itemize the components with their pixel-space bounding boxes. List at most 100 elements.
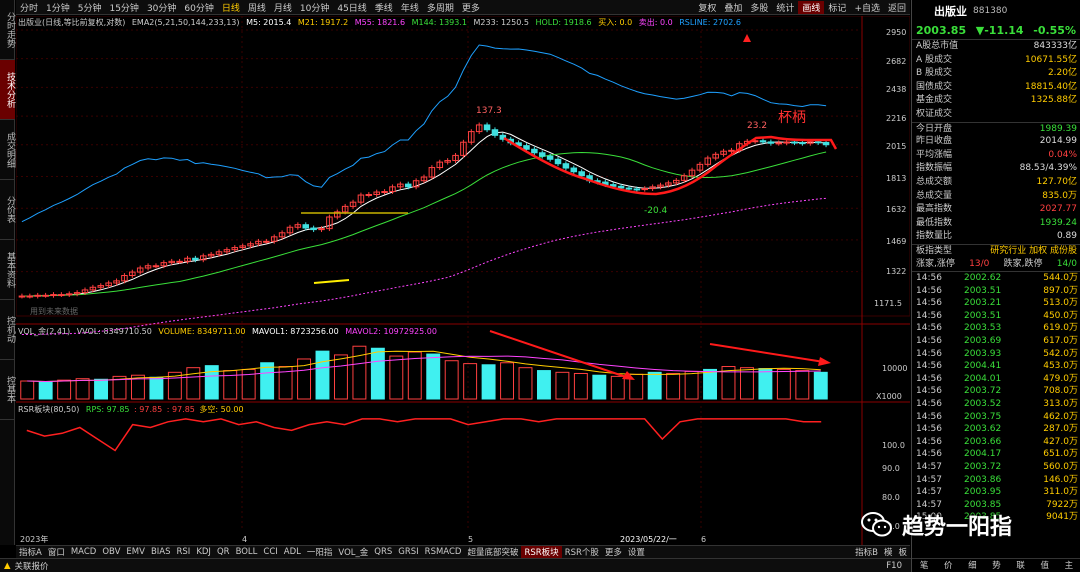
qtab-trend[interactable]: 势 — [984, 559, 1008, 572]
tab-control-2[interactable]: 控基本 — [0, 360, 15, 420]
qtab-price[interactable]: 价 — [936, 559, 960, 572]
period-15min[interactable]: 15分钟 — [105, 1, 142, 14]
btab-rsmacd[interactable]: RSMACD — [422, 547, 465, 557]
qtab-link[interactable]: 联 — [1009, 559, 1033, 572]
candle-body — [310, 227, 317, 231]
btab-kdj[interactable]: KDJ — [193, 547, 214, 557]
period-weekly[interactable]: 周线 — [244, 1, 270, 14]
f10-button[interactable]: F10 — [886, 561, 902, 571]
tab-deals[interactable]: 成交明细 — [0, 120, 15, 180]
period-30min[interactable]: 30分钟 — [143, 1, 180, 14]
period-5min[interactable]: 5分钟 — [74, 1, 106, 14]
volume-bar — [518, 367, 533, 400]
btab-rsr-stock[interactable]: RSR个股 — [562, 546, 602, 558]
period-1min[interactable]: 1分钟 — [42, 1, 74, 14]
period-year[interactable]: 年线 — [397, 1, 423, 14]
volume-down-arrow[interactable] — [489, 330, 630, 379]
btab-adl[interactable]: ADL — [281, 547, 304, 557]
candle-body — [814, 141, 822, 144]
period-multi[interactable]: 多周期 — [423, 1, 458, 14]
stats-button[interactable]: 统计 — [772, 1, 798, 14]
period-60min[interactable]: 60分钟 — [180, 1, 217, 14]
tick-time: 14:56 — [916, 323, 942, 334]
period-more[interactable]: 更多 — [458, 1, 484, 14]
period-daily[interactable]: 日线 — [218, 1, 244, 14]
tick-price: 2003.51 — [964, 310, 1002, 321]
tick-time: 14:56 — [916, 285, 942, 296]
btab-window[interactable]: 窗口 — [45, 546, 68, 558]
kline-chart[interactable]: 出版业(日线,等比前复权,对数) EMA2(5,21,50,144,233,13… — [16, 16, 910, 546]
tab-technical[interactable]: 技术分析 — [0, 60, 15, 120]
add-watchlist-button[interactable]: +自选 — [850, 1, 884, 14]
btab-grsi[interactable]: GRSI — [395, 547, 421, 557]
tick-row: 14:57 2003.95 311.0万 — [912, 486, 1080, 499]
tick-row: 14:56 2004.17 651.0万 — [912, 448, 1080, 461]
chart-area[interactable]: 出版业(日线,等比前复权,对数) EMA2(5,21,50,144,233,13… — [16, 16, 910, 546]
btab-qr[interactable]: QR — [214, 547, 233, 557]
candle-body — [176, 260, 183, 263]
volume-bar — [463, 363, 478, 400]
btab-bias[interactable]: BIAS — [148, 547, 174, 557]
period-time-share[interactable]: 分时 — [16, 1, 42, 14]
qtab-deal[interactable]: 笔 — [912, 559, 936, 572]
btab-breakout[interactable]: 超量底部突破 — [464, 546, 521, 558]
overlay-button[interactable]: 叠加 — [720, 1, 746, 14]
period-45day[interactable]: 45日线 — [333, 1, 370, 14]
price-tick: 2438 — [886, 85, 906, 94]
stat-value: 0.89 — [1056, 231, 1077, 242]
multi-stock-button[interactable]: 多股 — [746, 1, 772, 14]
period-10min[interactable]: 10分钟 — [296, 1, 333, 14]
btab-more[interactable]: 更多 — [602, 546, 625, 558]
tick-row: 14:56 2003.66 427.0万 — [912, 436, 1080, 449]
volume-bar — [444, 360, 459, 400]
board-type-value[interactable]: 研究行业 加权 成份股 — [990, 245, 1077, 258]
tab-basics[interactable]: 基本资料 — [0, 240, 15, 300]
btab-vol-gold[interactable]: VOL_金 — [335, 546, 371, 558]
btab-obv[interactable]: OBV — [99, 547, 123, 557]
price-tick: 2216 — [886, 114, 906, 123]
tick-volume: 450.0万 — [1043, 310, 1078, 321]
tick-price: 2004.01 — [964, 373, 1002, 384]
period-quarter[interactable]: 季线 — [371, 1, 397, 14]
tick-list[interactable]: 14:56 2002.62 544.0万 14:56 2003.51 897.0万 14:5… — [912, 271, 1080, 524]
tick-volume: 479.0万 — [1043, 373, 1078, 384]
btab-yiyangzhi[interactable]: 一阳指 — [304, 546, 336, 558]
period-monthly[interactable]: 月线 — [270, 1, 296, 14]
btab-rsr-sector[interactable]: RSR板块 — [521, 546, 562, 558]
btab-board[interactable]: 板 — [895, 546, 910, 558]
btab-cci[interactable]: CCI — [260, 547, 280, 557]
price-tick: 2015 — [886, 142, 906, 151]
tick-row: 14:56 2003.53 619.0万 — [912, 322, 1080, 335]
linked-quote-label[interactable]: 关联报价 — [15, 560, 49, 572]
x-axis: 2023年 4 5 2023/05/22/一 6 — [20, 534, 706, 544]
volume-flat-arrow[interactable] — [709, 343, 825, 363]
btab-indB[interactable]: 指标B — [852, 546, 881, 558]
btab-qrs[interactable]: QRS — [371, 547, 395, 557]
btab-macd[interactable]: MACD — [68, 547, 99, 557]
btab-indA[interactable]: 指标A — [16, 546, 45, 558]
mark-button[interactable]: 标记 — [824, 1, 850, 14]
qtab-main[interactable]: 主 — [1057, 559, 1080, 572]
candle-body — [767, 141, 775, 144]
ind-hold: HOLD: 1918.6 — [535, 18, 591, 27]
tab-time-share[interactable]: 分时走势 — [0, 0, 15, 60]
qtab-detail[interactable]: 细 — [960, 559, 984, 572]
tick-time: 14:56 — [916, 436, 942, 447]
btab-settings[interactable]: 设置 — [625, 546, 648, 558]
restore-rights-button[interactable]: 复权 — [694, 1, 720, 14]
draw-line-button[interactable]: 画线 — [798, 0, 825, 14]
tick-row: 14:56 2003.21 513.0万 — [912, 297, 1080, 310]
stat-row: 国债成交 18815.40亿 — [912, 81, 1080, 95]
stat-row: 指数量比 0.89 — [912, 230, 1080, 244]
volume-bar — [75, 378, 90, 400]
btab-rsi[interactable]: RSI — [174, 547, 194, 557]
vol-mavol1: MAVOL1: 8723256.00 — [252, 327, 339, 336]
btab-emv[interactable]: EMV — [123, 547, 148, 557]
btab-boll[interactable]: BOLL — [233, 547, 261, 557]
back-button[interactable]: 返回 — [884, 1, 910, 14]
btab-mode[interactable]: 模 — [881, 546, 896, 558]
rise-label: 涨家,涨停 — [916, 258, 955, 269]
tab-price-table[interactable]: 分价表 — [0, 180, 15, 240]
tab-control-1[interactable]: 控机动 — [0, 300, 15, 360]
qtab-value[interactable]: 值 — [1033, 559, 1057, 572]
